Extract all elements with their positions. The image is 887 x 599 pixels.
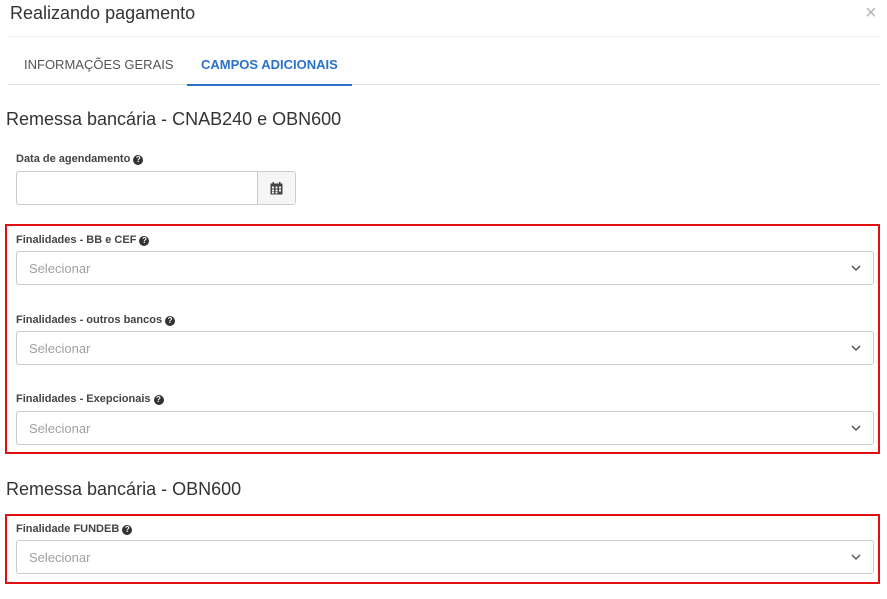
calendar-button[interactable] [257, 172, 295, 204]
help-icon[interactable]: ? [122, 525, 133, 535]
help-icon[interactable]: ? [165, 316, 176, 326]
date-input[interactable] [17, 172, 257, 204]
modal-title: Realizando pagamento [10, 3, 196, 23]
tab-informacoes-gerais[interactable]: INFORMAÇÕES GERAIS [10, 46, 188, 85]
select-placeholder: Selecionar [29, 261, 91, 276]
field-label-text: Finalidade FUNDEB [16, 523, 120, 535]
chevron-down-icon [851, 554, 861, 561]
help-icon[interactable]: ? [153, 395, 164, 405]
chevron-down-icon [851, 345, 861, 352]
field-label-exepcionais: Finalidades - Exepcionais? [16, 393, 164, 405]
help-icon[interactable]: ? [133, 155, 144, 165]
select-finalidades-outros-bancos[interactable]: Selecionar [16, 331, 874, 365]
section-heading-obn: Remessa bancária - OBN600 [6, 479, 242, 499]
tab-bar: INFORMAÇÕES GERAIS CAMPOS ADICIONAIS [8, 46, 880, 86]
select-placeholder: Selecionar [29, 550, 91, 565]
chevron-down-icon [851, 425, 861, 432]
tab-campos-adicionais[interactable]: CAMPOS ADICIONAIS [187, 46, 352, 86]
section-heading-cnab: Remessa bancária - CNAB240 e OBN600 [6, 109, 342, 129]
header-divider [8, 36, 880, 37]
date-label: Data de agendamento? [16, 153, 144, 165]
field-label-text: Finalidades - outros bancos [16, 314, 163, 326]
help-icon[interactable]: ? [139, 236, 150, 246]
calendar-icon [270, 181, 283, 194]
date-picker [16, 171, 296, 205]
date-label-text: Data de agendamento [16, 153, 131, 165]
select-placeholder: Selecionar [29, 341, 91, 356]
close-icon[interactable]: × [860, 2, 882, 24]
select-placeholder: Selecionar [29, 421, 91, 436]
field-label-text: Finalidades - Exepcionais [16, 393, 151, 405]
chevron-down-icon [851, 265, 861, 272]
select-finalidades-exepcionais[interactable]: Selecionar [16, 411, 874, 445]
field-label-bb-cef: Finalidades - BB e CEF? [16, 234, 150, 246]
field-label-text: Finalidades - BB e CEF [16, 234, 137, 246]
select-finalidade-fundeb[interactable]: Selecionar [16, 540, 874, 574]
field-label-fundeb: Finalidade FUNDEB? [16, 523, 133, 535]
field-label-outros-bancos: Finalidades - outros bancos? [16, 314, 176, 326]
select-finalidades-bb-cef[interactable]: Selecionar [16, 251, 874, 285]
